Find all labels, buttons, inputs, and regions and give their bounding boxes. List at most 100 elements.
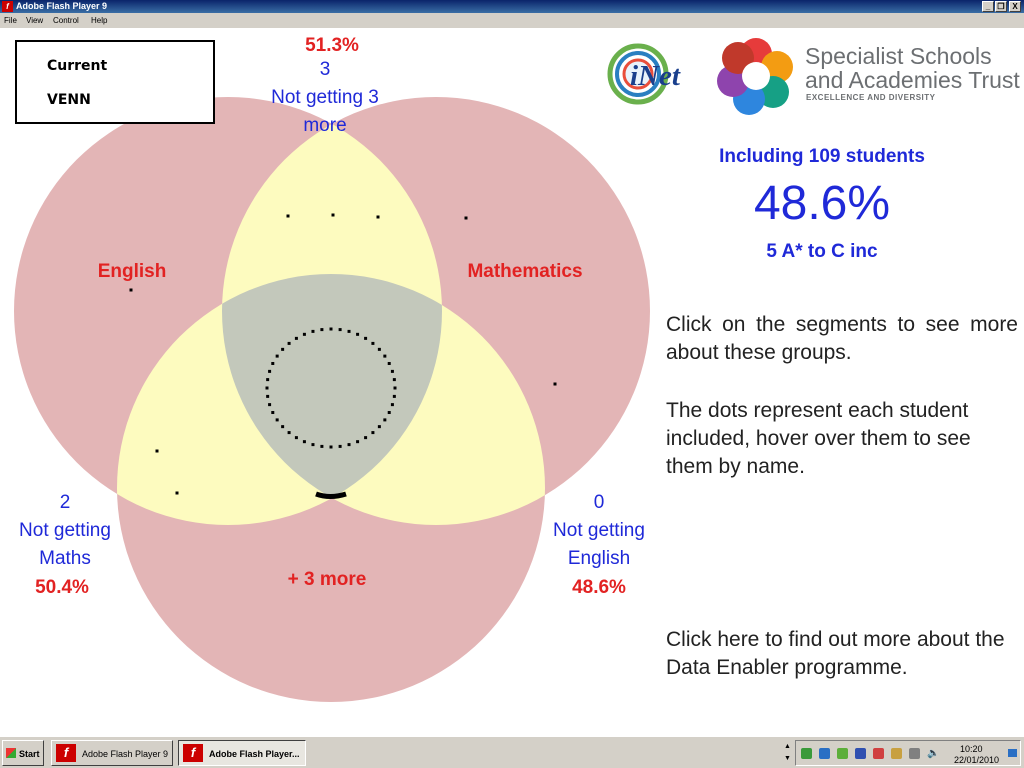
segments-instruction: Click on the segments to see more about …	[666, 313, 1018, 364]
student-dot[interactable]	[268, 369, 272, 373]
clock-date: 22/01/2010	[954, 755, 1000, 765]
student-dot[interactable]	[275, 354, 279, 358]
student-dot[interactable]	[347, 329, 351, 333]
student-dot[interactable]	[377, 425, 381, 429]
three-more-label: + 3 more	[287, 569, 367, 590]
student-dot[interactable]	[392, 394, 396, 398]
update-icon[interactable]	[837, 748, 848, 759]
menu-file[interactable]: File	[4, 16, 17, 25]
student-dot[interactable]	[287, 431, 291, 435]
clock-time: 10:20	[960, 744, 983, 754]
student-dot[interactable]	[294, 336, 298, 340]
maths-label: Mathematics	[467, 261, 583, 282]
network-icon[interactable]	[801, 748, 812, 759]
student-dot[interactable]	[271, 361, 275, 365]
student-dot[interactable]	[390, 369, 394, 373]
student-dot[interactable]	[302, 332, 306, 336]
student-dot[interactable]	[129, 288, 133, 292]
student-dot[interactable]	[338, 444, 342, 448]
ssat-flower-icon	[716, 36, 796, 116]
maximize-button[interactable]: ❐	[995, 1, 1007, 12]
menu-help[interactable]: Help	[91, 16, 107, 25]
top-count: 3	[319, 59, 331, 80]
student-dot[interactable]	[329, 327, 333, 331]
student-dot[interactable]	[364, 336, 368, 340]
student-dot[interactable]	[281, 425, 285, 429]
security-icon[interactable]	[819, 748, 830, 759]
student-dot[interactable]	[320, 444, 324, 448]
left-percent: 50.4%	[35, 577, 89, 598]
windows-logo-icon	[6, 748, 16, 758]
student-dot[interactable]	[281, 347, 285, 351]
student-dot[interactable]	[356, 440, 360, 444]
student-dot[interactable]	[371, 431, 375, 435]
menu-control[interactable]: Control	[53, 16, 79, 25]
student-dot[interactable]	[302, 440, 306, 444]
student-dot[interactable]	[376, 215, 380, 219]
student-dot[interactable]	[286, 214, 290, 218]
student-dot[interactable]	[155, 449, 159, 453]
tools-icon[interactable]	[873, 748, 884, 759]
shield-icon[interactable]	[855, 748, 866, 759]
student-dot[interactable]	[266, 378, 270, 382]
show-desktop-icon[interactable]	[1008, 749, 1017, 757]
close-button[interactable]: X	[1009, 1, 1021, 12]
student-dot[interactable]	[390, 403, 394, 407]
student-dot[interactable]	[294, 436, 298, 440]
left-line1: Not getting	[19, 520, 111, 541]
student-dot[interactable]	[311, 329, 315, 333]
tray-scroll-arrows[interactable]: ▲ ▼	[782, 741, 793, 765]
student-dot[interactable]	[320, 328, 324, 332]
folder-icon[interactable]	[891, 748, 902, 759]
student-dot[interactable]	[387, 361, 391, 365]
flash-stage: Current VENN 51.3% 3 Not getting 3 more …	[0, 28, 1024, 736]
student-dot[interactable]	[383, 354, 387, 358]
window-titlebar: f Adobe Flash Player 9 _ ❐ X	[0, 0, 1024, 13]
student-dot[interactable]	[464, 216, 468, 220]
student-dot[interactable]	[275, 418, 279, 422]
student-dot[interactable]	[347, 443, 351, 447]
student-dot[interactable]	[265, 386, 269, 390]
current-venn-box[interactable]: Current VENN	[15, 40, 215, 124]
student-dot[interactable]	[331, 213, 335, 217]
start-button[interactable]: Start	[2, 740, 44, 766]
measure-label: 5 A* to C inc	[766, 241, 878, 262]
flash-app-icon: f	[2, 1, 13, 12]
ssat-tagline: EXCELLENCE AND DIVERSITY	[806, 93, 936, 102]
right-count: 0	[593, 492, 605, 513]
student-dot[interactable]	[329, 445, 333, 449]
student-dot[interactable]	[175, 491, 179, 495]
start-label: Start	[19, 749, 40, 759]
inet-logo[interactable]: iNet	[604, 38, 704, 108]
student-dot-cluster[interactable]	[315, 491, 347, 499]
minimize-button[interactable]: _	[982, 1, 994, 12]
top-line1: Not getting 3	[271, 87, 379, 108]
menu-bar: File View Control Help	[0, 13, 1024, 28]
student-dot[interactable]	[387, 411, 391, 415]
student-dot[interactable]	[383, 418, 387, 422]
student-dot[interactable]	[393, 386, 397, 390]
monitor-icon[interactable]	[909, 748, 920, 759]
student-dot[interactable]	[271, 411, 275, 415]
volume-icon[interactable]: 🔈	[927, 748, 939, 759]
student-dot[interactable]	[338, 328, 342, 332]
student-dot[interactable]	[356, 332, 360, 336]
venn-label: VENN	[47, 92, 91, 108]
data-enabler-link[interactable]: Click here to find out more about the Da…	[666, 626, 1018, 682]
flash-icon: f	[183, 744, 203, 762]
taskbar-item-flash-2[interactable]: f Adobe Flash Player...	[178, 740, 306, 766]
student-dot[interactable]	[364, 436, 368, 440]
student-dot[interactable]	[266, 394, 270, 398]
student-dot[interactable]	[268, 403, 272, 407]
student-dot[interactable]	[371, 341, 375, 345]
student-dot[interactable]	[377, 347, 381, 351]
right-line1: Not getting	[553, 520, 645, 541]
right-line2: English	[567, 548, 631, 569]
student-dot[interactable]	[392, 378, 396, 382]
menu-view[interactable]: View	[26, 16, 43, 25]
student-dot[interactable]	[553, 382, 557, 386]
taskbar: Start f Adobe Flash Player 9 f Adobe Fla…	[0, 736, 1024, 768]
student-dot[interactable]	[287, 341, 291, 345]
taskbar-item-flash-1[interactable]: f Adobe Flash Player 9	[51, 740, 173, 766]
student-dot[interactable]	[311, 443, 315, 447]
